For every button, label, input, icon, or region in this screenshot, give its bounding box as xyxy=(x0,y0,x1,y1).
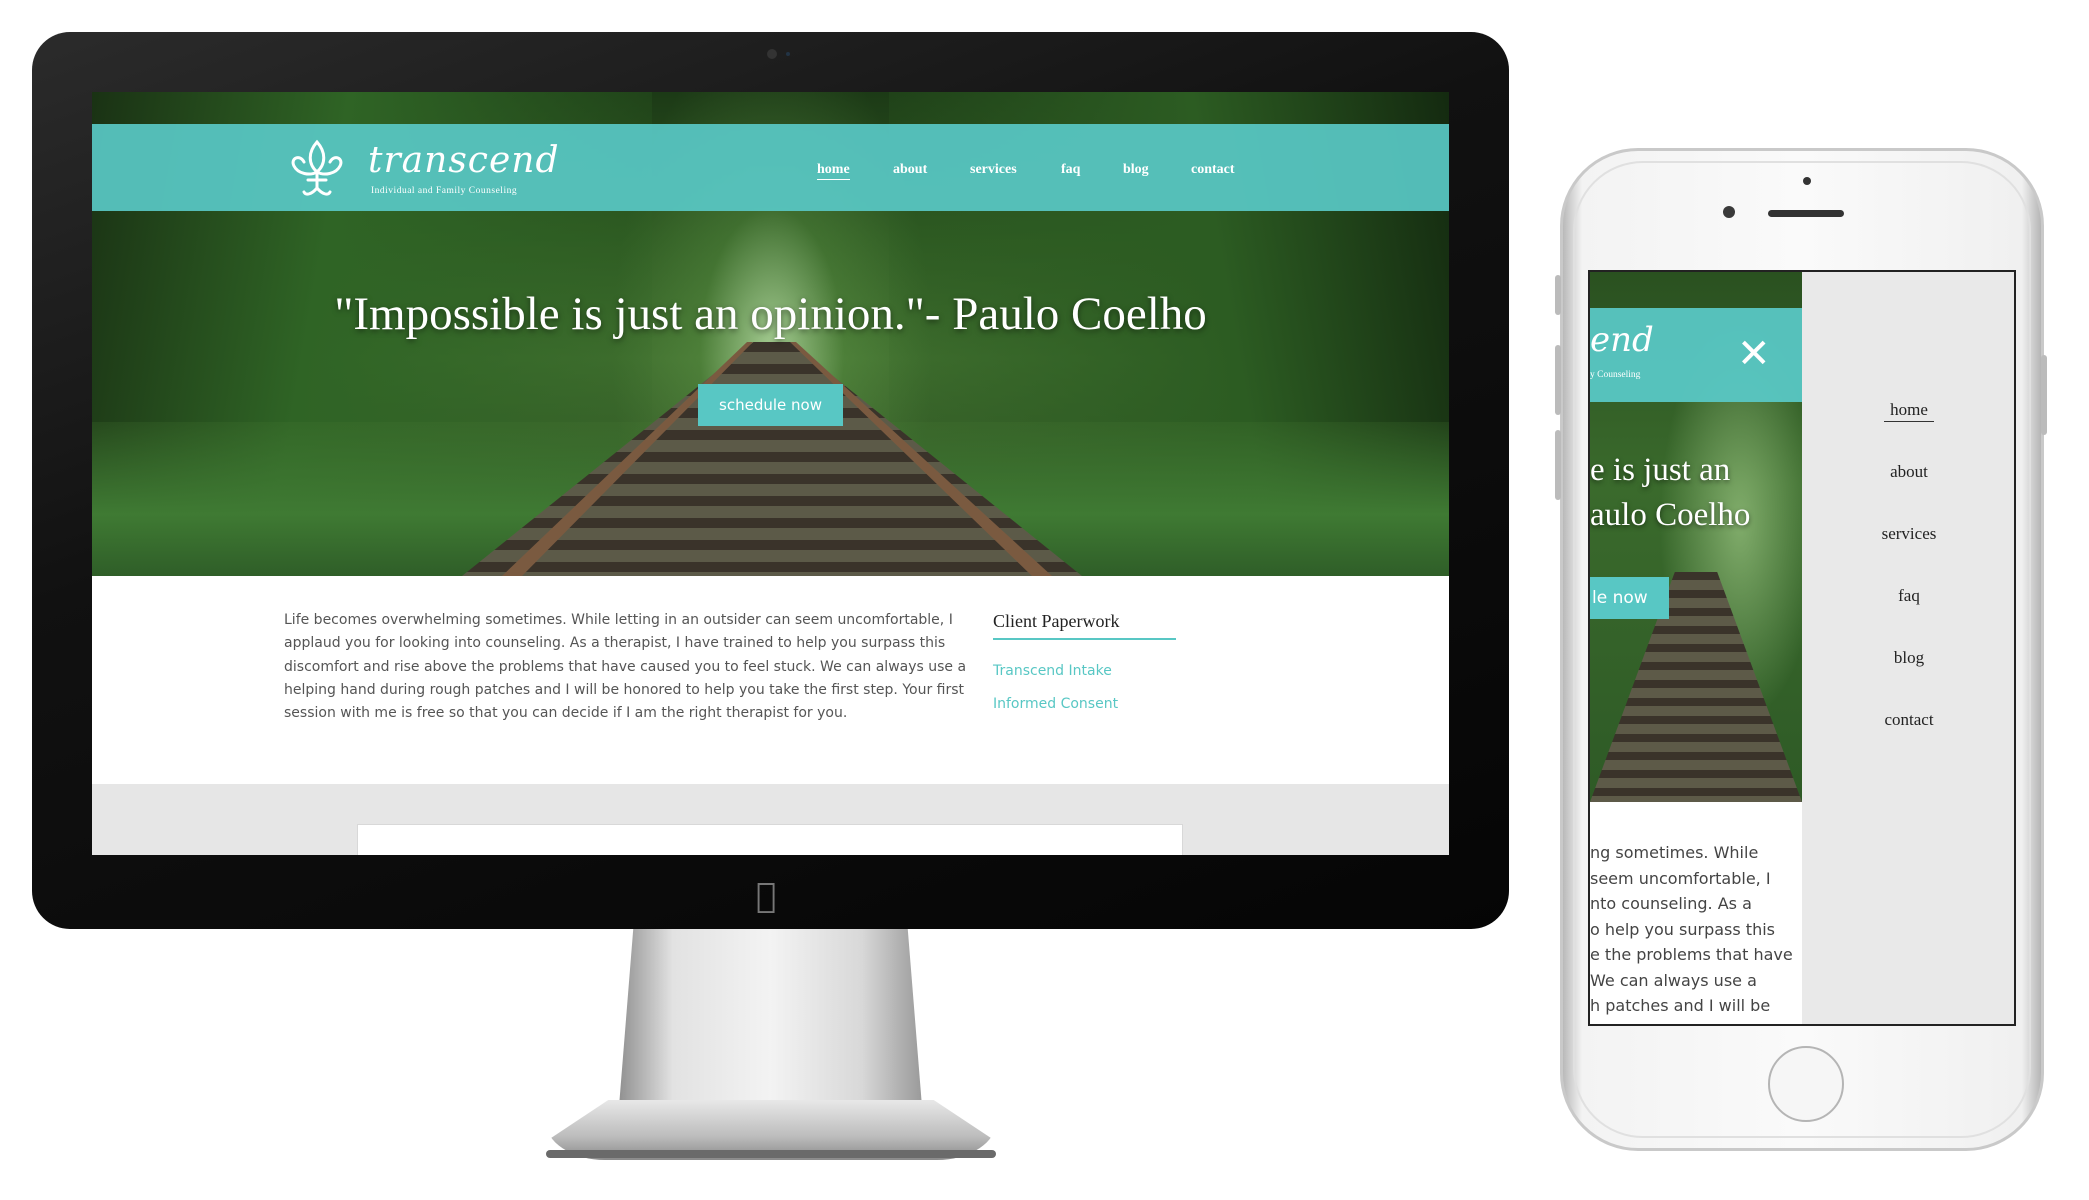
mobile-brand-tagline: y Counseling xyxy=(1590,370,1641,380)
phone-mute-switch xyxy=(1555,275,1561,315)
mobile-menu-label: home xyxy=(1884,400,1934,422)
site-navbar: transcend Individual and Family Counseli… xyxy=(92,124,1449,211)
mobile-menu-item-home[interactable]: home xyxy=(1802,400,2014,422)
nav-item-services[interactable]: services xyxy=(970,162,1017,178)
mobile-menu-item-contact[interactable]: contact xyxy=(1802,710,2014,730)
mobile-text-line: nto counseling. As a xyxy=(1590,894,1752,913)
mobile-hero: end y Counseling ✕ e is just an aulo Coe… xyxy=(1590,272,1802,802)
nav-item-faq[interactable]: faq xyxy=(1061,162,1080,178)
mobile-screen: end y Counseling ✕ e is just an aulo Coe… xyxy=(1588,270,2016,1026)
nav-item-home[interactable]: home xyxy=(817,162,850,180)
monitor-stand-neck xyxy=(618,929,923,1119)
informed-consent-link[interactable]: Informed Consent xyxy=(993,696,1118,712)
mobile-text-line: seem uncomfortable, I xyxy=(1590,868,1771,888)
mobile-text-line: e the problems that have xyxy=(1590,945,1793,964)
mobile-menu-item-faq[interactable]: faq xyxy=(1802,586,2014,606)
mobile-page-content: end y Counseling ✕ e is just an aulo Coe… xyxy=(1590,272,1802,1024)
hero-section: transcend Individual and Family Counseli… xyxy=(92,92,1449,576)
brand-name[interactable]: transcend xyxy=(368,140,560,181)
mobile-text-line: ng sometimes. While xyxy=(1590,843,1759,862)
mobile-quote-line: aulo Coelho xyxy=(1590,497,1751,533)
phone-power-button xyxy=(2041,355,2047,435)
intro-paragraph: Life becomes overwhelming sometimes. Whi… xyxy=(284,612,967,722)
hero-quote: "Impossible is just an opinion."- Paulo … xyxy=(334,288,1207,340)
mobile-menu-item-about[interactable]: about xyxy=(1802,462,2014,482)
nav-item-contact[interactable]: contact xyxy=(1191,162,1235,178)
mobile-menu-item-blog[interactable]: blog xyxy=(1802,648,2014,668)
monitor-camera-led xyxy=(786,52,790,56)
mobile-intro-paragraph: ng sometimes. While seem uncomfortable, … xyxy=(1590,840,1802,1019)
mobile-hero-quote: e is just an aulo Coelho xyxy=(1590,448,1802,538)
monitor-camera xyxy=(767,49,777,59)
phone-home-button[interactable] xyxy=(1768,1046,1844,1122)
desktop-screen: transcend Individual and Family Counseli… xyxy=(92,92,1449,855)
mobile-navbar: end y Counseling ✕ xyxy=(1590,308,1802,402)
phone-volume-up xyxy=(1555,345,1561,415)
mobile-text-line: h patches and I will be xyxy=(1590,996,1771,1015)
client-paperwork-heading: Client Paperwork xyxy=(993,611,1176,640)
brand-tagline: Individual and Family Counseling xyxy=(371,186,518,196)
mobile-quote-line: e is just an xyxy=(1590,452,1731,488)
apple-logo-icon:  xyxy=(756,876,776,916)
phone-volume-down xyxy=(1555,430,1561,500)
phone-front-camera xyxy=(1723,206,1735,218)
fleur-de-lis-logo-icon[interactable] xyxy=(284,136,350,202)
close-icon[interactable]: ✕ xyxy=(1737,334,1771,374)
mobile-text-line: o help you surpass this xyxy=(1590,919,1775,939)
intro-section: Life becomes overwhelming sometimes. Whi… xyxy=(92,576,1449,778)
monitor-stand-foot xyxy=(546,1150,996,1158)
phone-sensor xyxy=(1803,177,1811,185)
mobile-text-line: We can always use a xyxy=(1590,970,1757,990)
nav-item-about[interactable]: about xyxy=(893,162,927,178)
mobile-slide-menu: home about services faq blog contact xyxy=(1802,272,2014,1024)
transcend-intake-link[interactable]: Transcend Intake xyxy=(993,663,1112,679)
mobile-schedule-now-button[interactable]: le now xyxy=(1590,577,1669,619)
phone-speaker xyxy=(1768,210,1844,217)
content-card xyxy=(357,824,1183,855)
mobile-brand-name[interactable]: end xyxy=(1590,320,1654,360)
mobile-menu-item-services[interactable]: services xyxy=(1802,524,2014,544)
nav-item-blog[interactable]: blog xyxy=(1123,162,1149,178)
schedule-now-button[interactable]: schedule now xyxy=(698,384,843,426)
